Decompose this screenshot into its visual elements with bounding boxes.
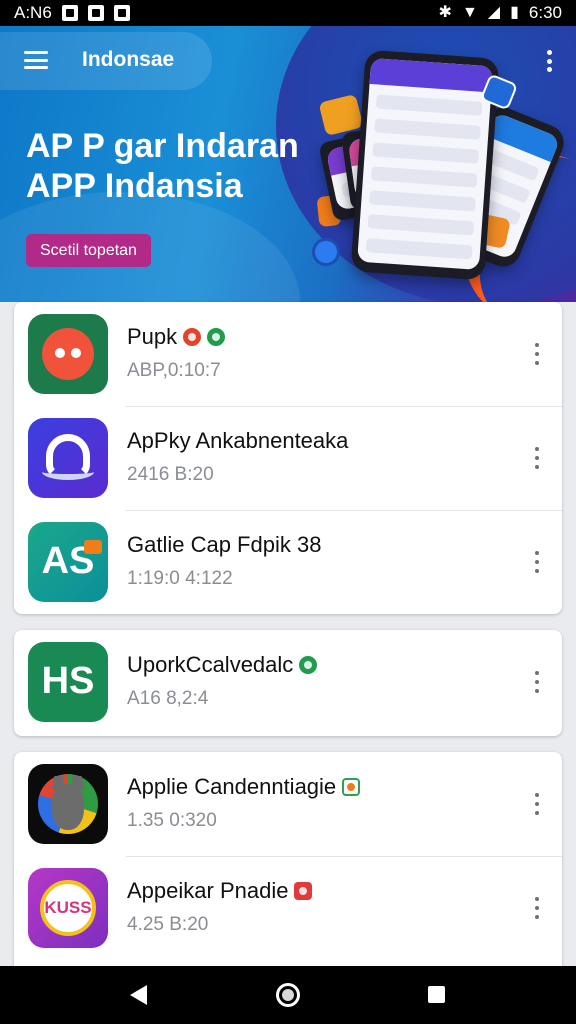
wifi-icon: ▼ [461,4,478,21]
hero-cta-button[interactable]: Scetil topetan [26,234,151,267]
app-icon-text: KUSS [44,898,92,917]
red-face-app-icon [28,314,108,394]
image-icon [61,5,78,21]
teal-as-app-icon: AS [28,522,108,602]
app-name: Gatlie Cap Fdpik 38 [127,532,322,557]
app-list-item[interactable]: ApPky Ankabnenteaka 2416 B:20 [14,406,562,510]
app-meta: 1.35 0:320 [127,810,217,831]
app-name: Pupk [127,324,178,349]
kuss-app-icon: KUSS [28,868,108,948]
notification-icon [87,5,104,21]
green-hs-app-icon: HS [28,642,108,722]
status-left-text: A:N6 [14,3,52,22]
app-meta: 4.25 B:20 [127,914,209,935]
app-card: Applie Candenntiagie 1.35 0:320 KUSS App… [14,752,562,982]
app-list-item[interactable]: Pupk ABP,0:10:7 [14,302,562,406]
more-vert-icon[interactable] [534,793,540,815]
alarm-icon: ✱ [438,4,452,21]
app-meta: A16 8,2:4 [127,688,209,709]
app-name: Appeikar Pnadie [127,878,289,903]
status-time: 6:30 [528,3,562,22]
app-icon-text: HS [41,660,95,702]
app-card: Pupk ABP,0:10:7 ApPky Ankabnenteaka 2416… [14,302,562,614]
app-meta: 2416 B:20 [127,464,214,485]
phone-illustration [350,49,500,281]
back-triangle-icon[interactable] [130,985,147,1005]
hamburger-menu-icon[interactable] [24,51,48,69]
app-meta: 1:19:0 4:122 [127,568,233,589]
notification-icon [113,5,130,21]
signal-icon: ◢ [487,4,501,21]
app-list-item[interactable]: HS UporkCcalvedalc A16 8,2:4 [14,630,562,734]
more-vert-icon[interactable] [534,551,540,573]
green-check-badge-icon [207,328,226,346]
more-vert-icon[interactable] [546,50,552,72]
app-name: ApPky Ankabnenteaka [127,428,349,453]
app-meta: ABP,0:10:7 [127,360,221,381]
app-list-item[interactable]: AS Gatlie Cap Fdpik 38 1:19:0 4:122 [14,510,562,614]
green-circle-badge-icon [299,656,318,674]
battery-icon: ▮ [510,4,519,21]
home-circle-icon[interactable] [276,983,300,1007]
blue-arch-app-icon [28,418,108,498]
red-square-badge-icon [294,882,313,900]
red-circle-badge-icon [183,328,202,346]
hero-headline: AP P gar Indaran APP Indansia [26,126,326,206]
app-title: Indonsae [82,48,175,71]
coin-illustration [312,238,340,266]
more-vert-icon[interactable] [534,671,540,693]
app-list-item[interactable]: KUSS Appeikar Pnadie 4.25 B:20 [14,856,562,960]
hero-headline-line-2: APP Indansia [26,167,243,205]
status-bar: A:N6 ✱ ▼ ◢ ▮ 6:30 [0,0,576,26]
app-card: HS UporkCcalvedalc A16 8,2:4 [14,630,562,736]
green-square-badge-icon [342,778,361,796]
more-vert-icon[interactable] [534,447,540,469]
more-vert-icon[interactable] [534,343,540,365]
recents-square-icon[interactable] [428,986,445,1003]
hero-banner: Indonsae AP P gar Indaran APP Indansia S… [0,26,576,302]
app-list-item[interactable]: Applie Candenntiagie 1.35 0:320 [14,752,562,856]
hero-headline-line-1: AP P gar Indaran [26,127,299,165]
app-name: UporkCcalvedalc [127,652,294,677]
app-name: Applie Candenntiagie [127,774,337,799]
wolf-app-icon [28,764,108,844]
more-vert-icon[interactable] [534,897,540,919]
navigation-bar [0,966,576,1024]
